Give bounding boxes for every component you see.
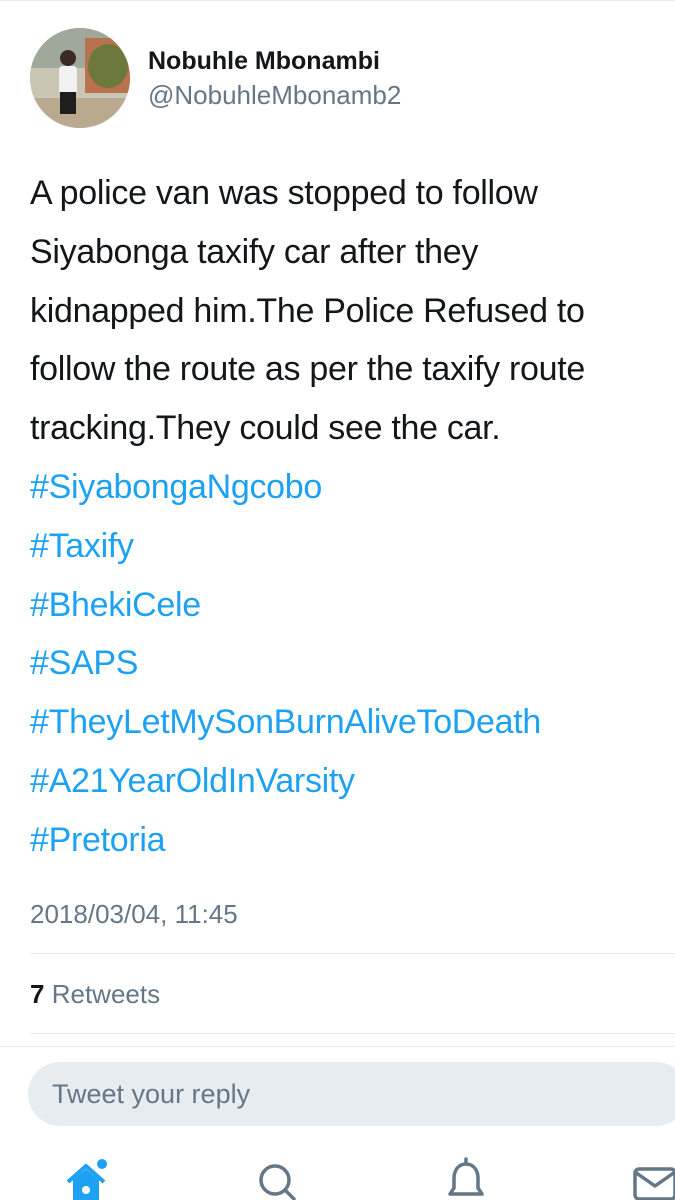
hashtag-link[interactable]: #Pretoria bbox=[30, 811, 670, 870]
tweet-timestamp: 2018/03/04, 11:45 bbox=[30, 899, 238, 929]
tweet-detail-screen: Nobuhle Mbonambi @NobuhleMbonamb2 A poli… bbox=[0, 0, 675, 1200]
bottom-tab-bar bbox=[0, 1156, 675, 1200]
retweet-count-label: Retweets bbox=[51, 979, 161, 1009]
tweet-text-line: kidnapped him.The Police Refused to bbox=[30, 291, 585, 330]
tweet-text-line: follow the route as per the taxify route bbox=[30, 350, 585, 389]
tweet-text-line: Siyabonga taxify car after they bbox=[30, 232, 479, 271]
tab-messages[interactable] bbox=[632, 1156, 675, 1200]
hashtag-link[interactable]: #BhekiCele bbox=[30, 576, 670, 635]
hashtag-link[interactable]: #Taxify bbox=[30, 517, 670, 576]
divider bbox=[30, 953, 675, 954]
user-handle[interactable]: @NobuhleMbonamb2 bbox=[148, 78, 401, 112]
tweet-text-line: A police van was stopped to follow bbox=[30, 174, 538, 212]
home-icon bbox=[66, 1157, 109, 1200]
tweet-text-line: tracking.They could see the car. bbox=[30, 409, 501, 448]
hashtag-link[interactable]: #SiyabongaNgcobo bbox=[30, 458, 670, 517]
search-icon bbox=[259, 1164, 296, 1200]
retweet-count[interactable]: 7 Retweets bbox=[30, 976, 160, 1012]
tab-home[interactable] bbox=[62, 1156, 110, 1200]
tweet-body: A police van was stopped to follow Siyab… bbox=[30, 164, 670, 870]
hashtag-link[interactable]: #TheyLetMySonBurnAliveToDeath bbox=[30, 693, 670, 752]
top-divider bbox=[0, 0, 675, 6]
hashtag-link[interactable]: #A21YearOldInVarsity bbox=[30, 752, 670, 811]
divider bbox=[30, 1033, 675, 1034]
mail-icon bbox=[633, 1167, 675, 1200]
avatar[interactable] bbox=[30, 28, 130, 128]
display-name[interactable]: Nobuhle Mbonambi bbox=[148, 44, 401, 78]
retweet-count-number: 7 bbox=[30, 979, 45, 1009]
user-info[interactable]: Nobuhle Mbonambi @NobuhleMbonamb2 bbox=[148, 44, 401, 112]
avatar-photo bbox=[30, 28, 130, 128]
reply-input[interactable]: Tweet your reply bbox=[28, 1062, 675, 1126]
tab-search[interactable] bbox=[254, 1156, 302, 1200]
tab-notifications[interactable] bbox=[442, 1156, 490, 1200]
tweet-header: Nobuhle Mbonambi @NobuhleMbonamb2 bbox=[30, 26, 650, 130]
hashtag-link[interactable]: #SAPS bbox=[30, 634, 670, 693]
bell-icon bbox=[448, 1157, 484, 1196]
